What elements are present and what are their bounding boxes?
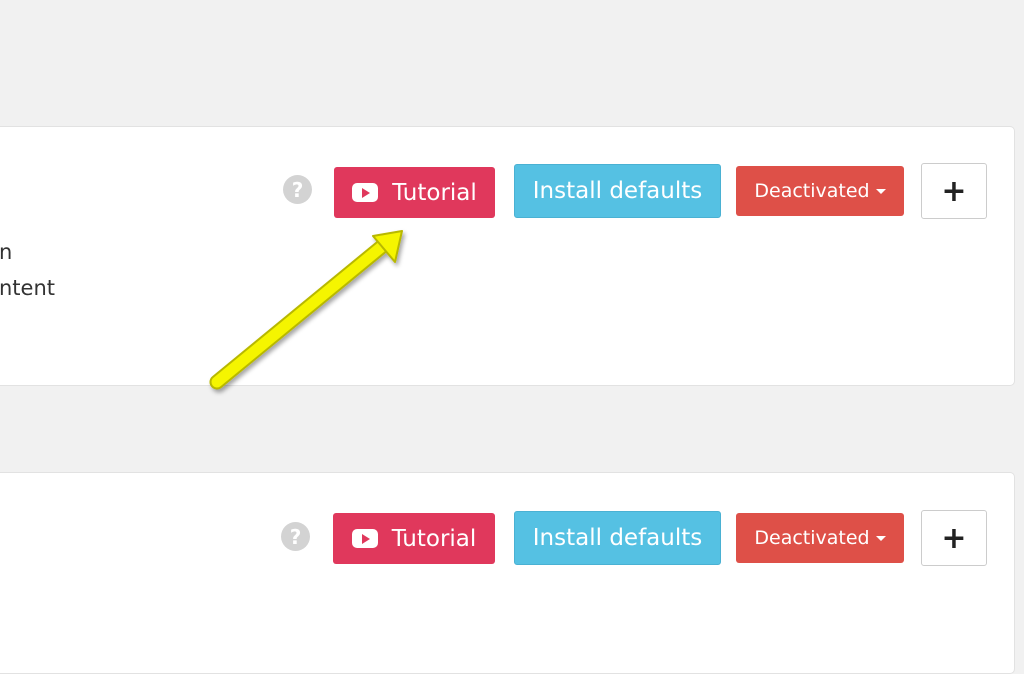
status-dropdown[interactable]: Deactivated	[736, 513, 904, 563]
description-line: ntent	[0, 276, 56, 300]
help-icon[interactable]: ?	[281, 522, 310, 551]
help-icon[interactable]: ?	[283, 175, 312, 204]
tutorial-button[interactable]: Tutorial	[334, 167, 495, 218]
youtube-icon	[352, 183, 379, 202]
install-defaults-button[interactable]: Install defaults	[514, 164, 721, 218]
tutorial-button[interactable]: Tutorial	[333, 513, 495, 564]
module-panel-1	[0, 126, 1015, 386]
caret-down-icon	[875, 188, 886, 194]
caret-down-icon	[875, 535, 886, 541]
status-label: Deactivated	[754, 527, 870, 549]
description-line: n	[0, 240, 13, 264]
add-button[interactable]: +	[921, 163, 987, 219]
add-button[interactable]: +	[921, 510, 987, 566]
status-label: Deactivated	[754, 180, 870, 202]
status-dropdown[interactable]: Deactivated	[736, 166, 904, 216]
tutorial-label: Tutorial	[391, 525, 477, 552]
install-defaults-button[interactable]: Install defaults	[514, 511, 721, 565]
module-panel-2	[0, 472, 1015, 674]
youtube-icon	[351, 529, 378, 548]
tutorial-label: Tutorial	[392, 179, 477, 206]
